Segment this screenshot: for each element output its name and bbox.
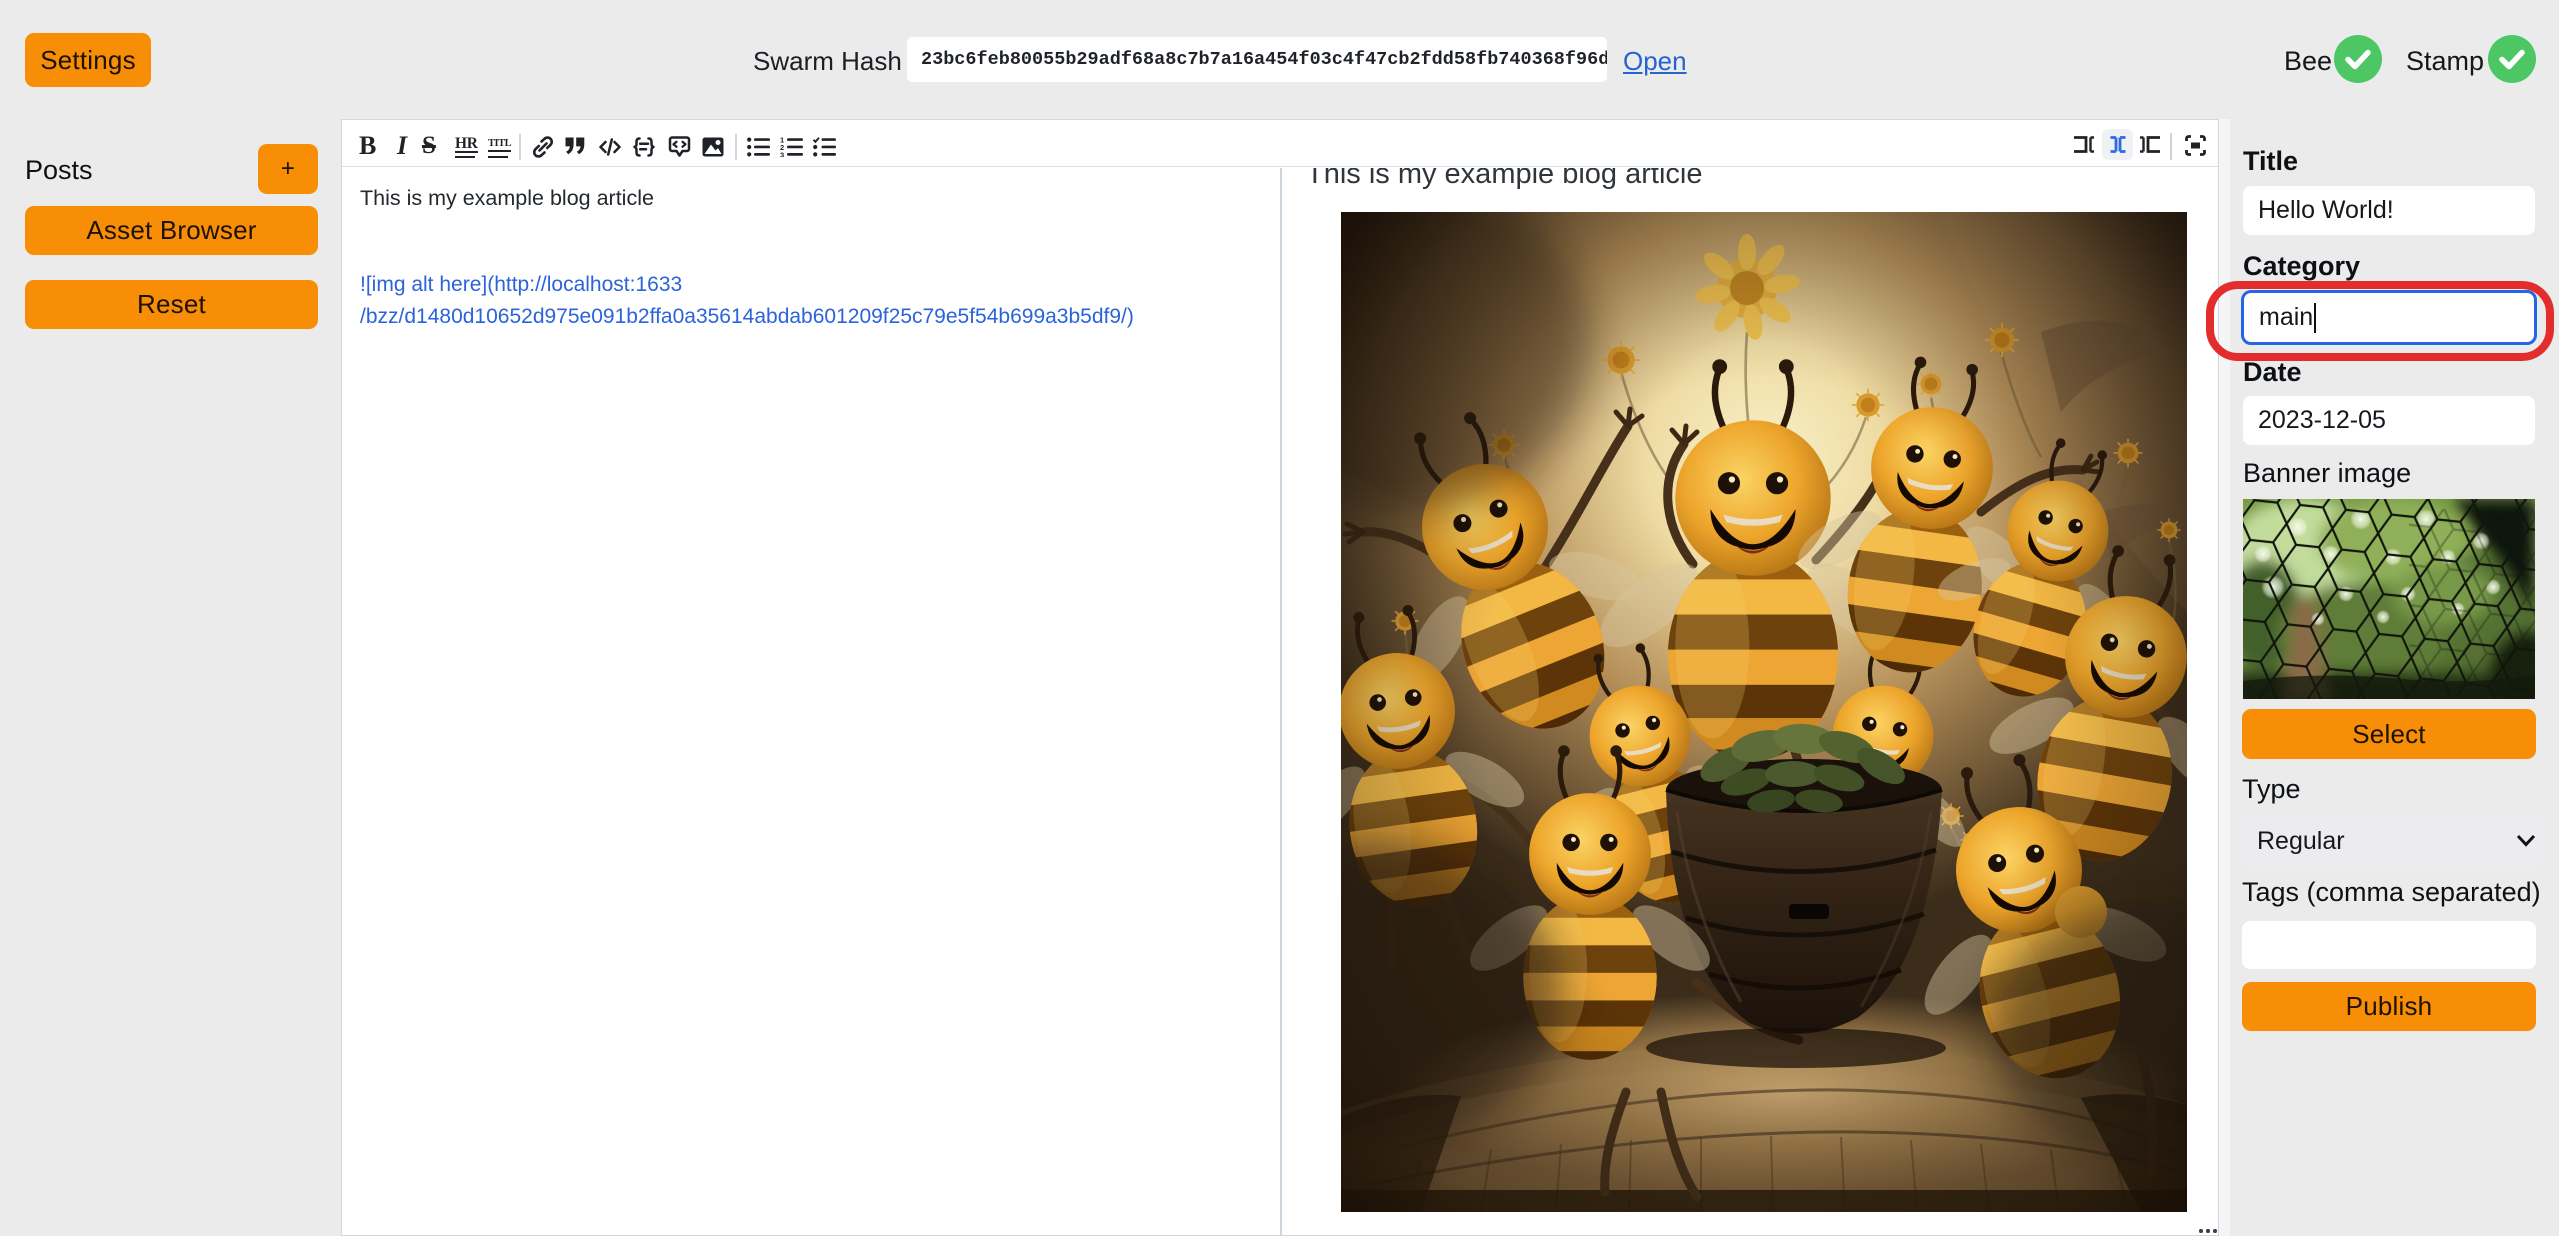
- svg-text:3: 3: [780, 150, 784, 157]
